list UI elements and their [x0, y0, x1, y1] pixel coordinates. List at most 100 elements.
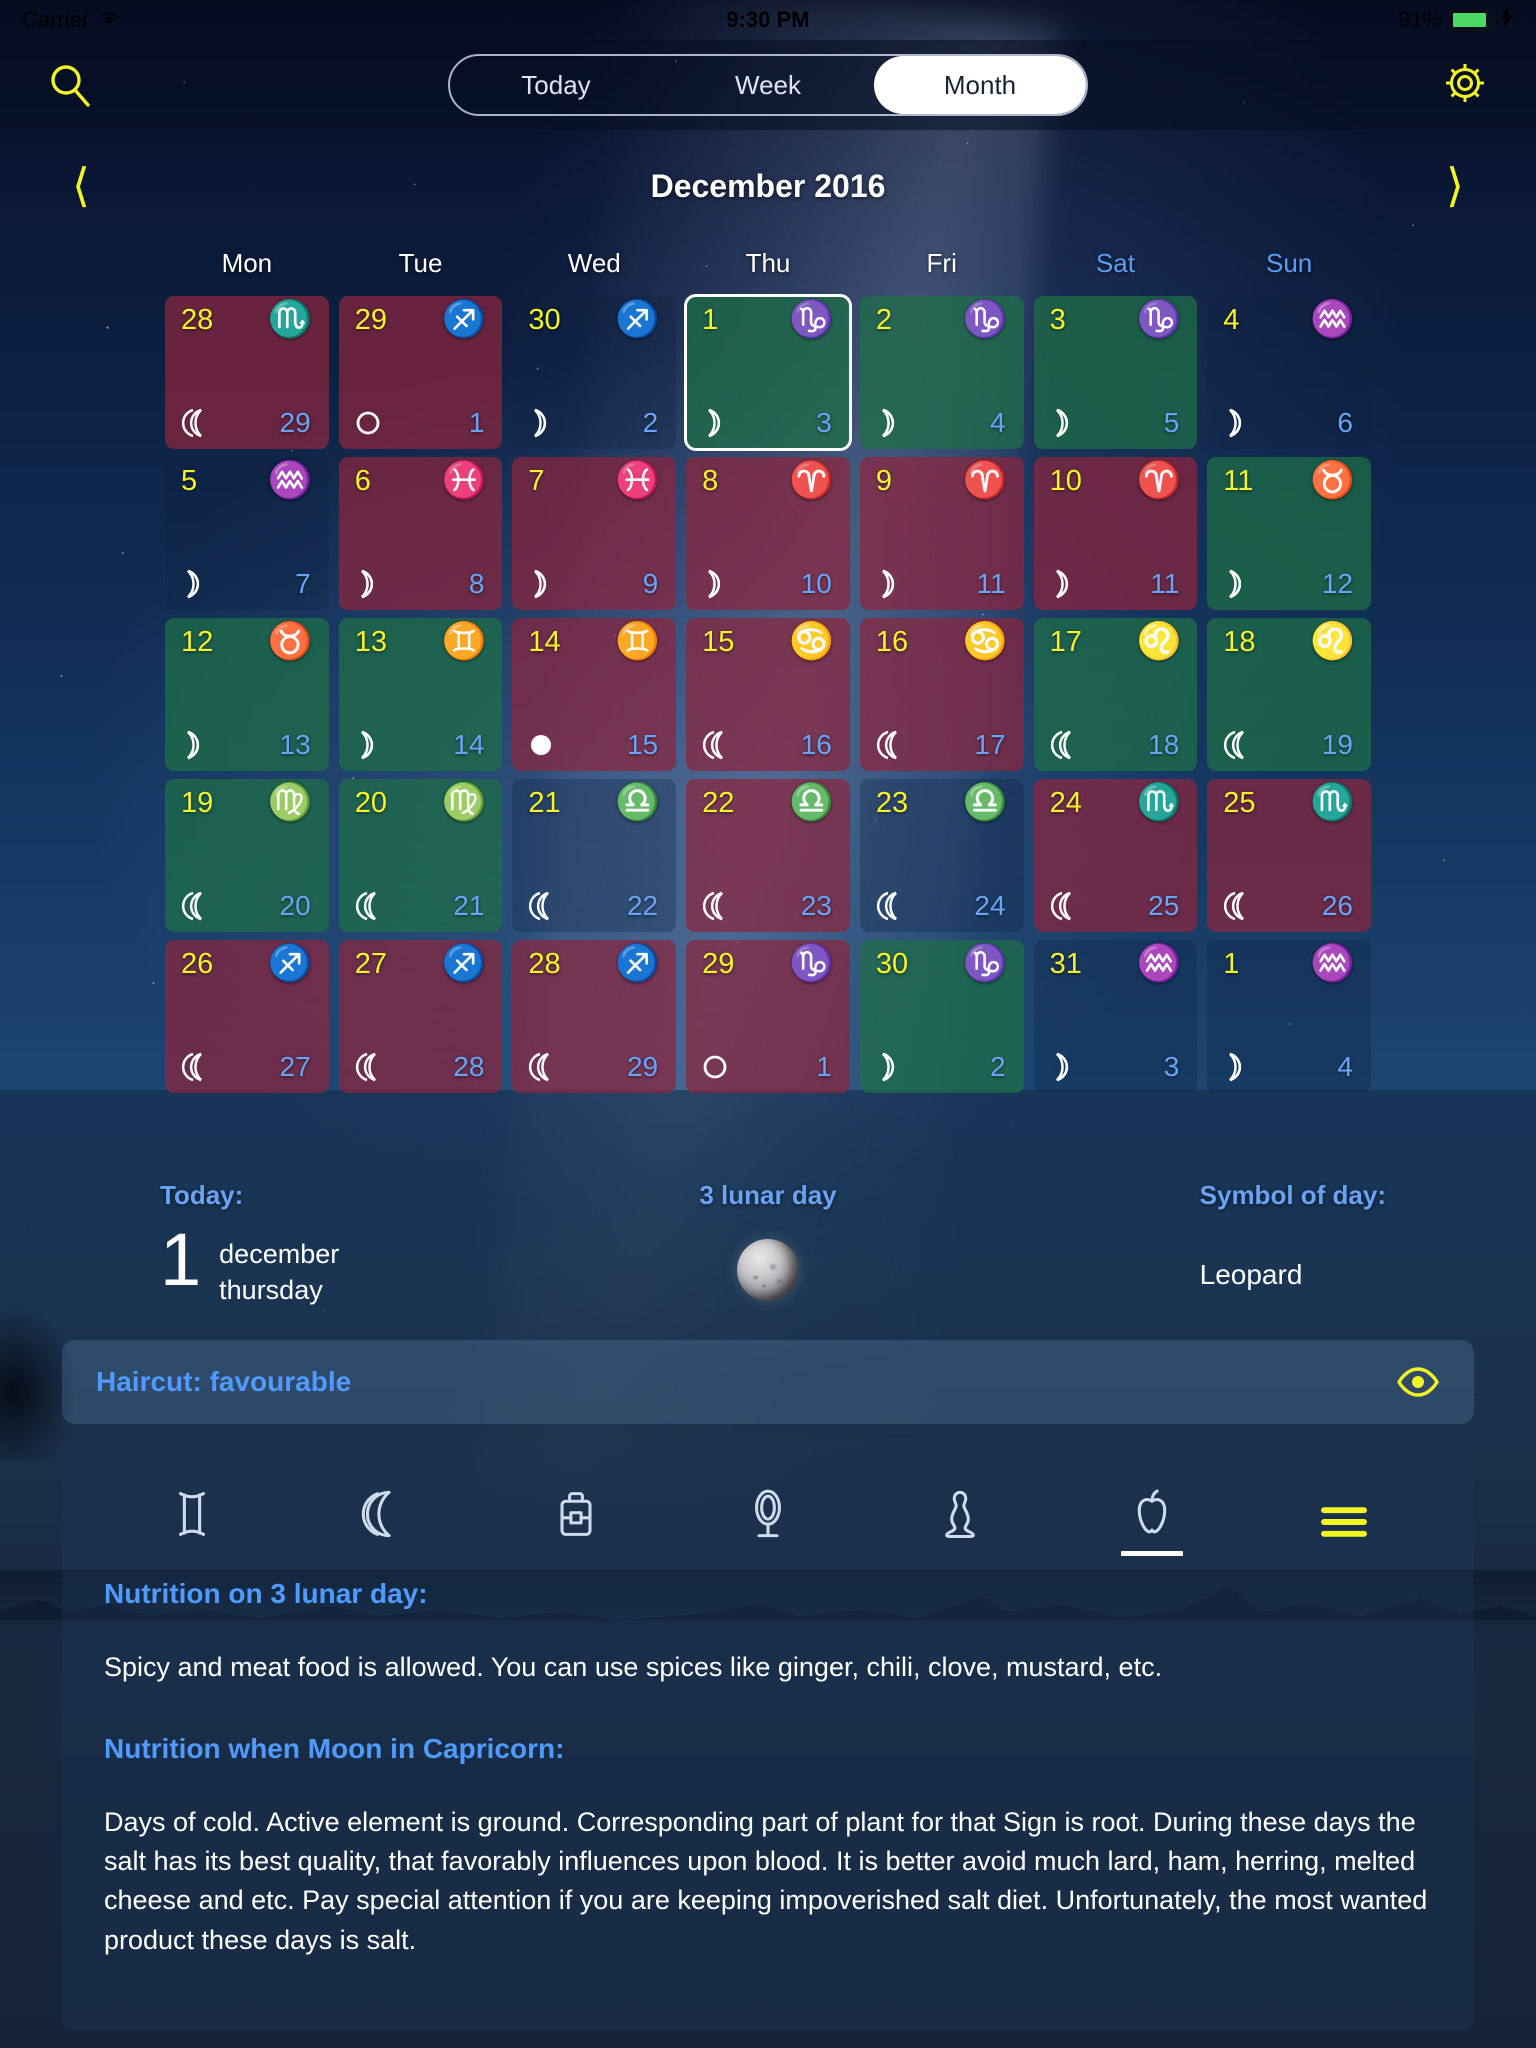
- calendar-day-cell[interactable]: 20 ♍ 21: [338, 779, 503, 932]
- calendar-day-cell[interactable]: 28 ♏ 29: [165, 296, 329, 449]
- calendar-day-cell[interactable]: 7 ♓ 9: [512, 457, 677, 610]
- calendar-day-cell[interactable]: 15 ♋ 16: [686, 618, 850, 771]
- detail-content: Nutrition on 3 lunar day: Spicy and meat…: [96, 1556, 1440, 1960]
- calendar-day-cell[interactable]: 6 ♓ 8: [338, 457, 503, 610]
- weekday-header-thu: Thu: [745, 248, 791, 278]
- lunar-day-number: 8: [468, 568, 485, 599]
- lunar-day-number: 1: [816, 1051, 832, 1082]
- tab-business[interactable]: [480, 1464, 672, 1556]
- day-number: 29: [702, 948, 735, 980]
- libra-icon: ♎: [789, 781, 834, 822]
- hamburger-icon: [1317, 1502, 1371, 1542]
- calendar-day-cell[interactable]: 9 ♈ 11: [859, 457, 1024, 610]
- calendar-day-cell[interactable]: 25 ♏ 26: [1207, 779, 1371, 932]
- tab-moon[interactable]: [288, 1464, 480, 1556]
- waxing-crescent-icon: [700, 403, 734, 441]
- calendar-day-cell[interactable]: 17 ♌ 18: [1033, 618, 1198, 771]
- tab-health[interactable]: [864, 1464, 1056, 1556]
- calendar-day-cell[interactable]: 21 ♎ 22: [512, 779, 677, 932]
- day-number: 16: [875, 626, 909, 658]
- calendar-day-cell[interactable]: 26 ♐ 27: [165, 940, 329, 1093]
- calendar-day-cell[interactable]: 18 ♌ 19: [1207, 618, 1371, 771]
- calendar-day-cell[interactable]: 11 ♉ 12: [1207, 457, 1371, 610]
- waning-crescent-icon: [1221, 886, 1255, 924]
- lunar-day-number: 27: [279, 1051, 311, 1082]
- haircut-banner[interactable]: Haircut: favourable: [62, 1340, 1474, 1424]
- tab-active-underline: [545, 1551, 607, 1556]
- sagittarius-icon: ♐: [441, 942, 487, 983]
- calendar-day-cell[interactable]: 14 ♊ 15: [512, 618, 677, 771]
- calendar-day-cell[interactable]: 27 ♐ 28: [338, 940, 503, 1093]
- calendar-day-cell[interactable]: 28 ♐ 29: [512, 940, 677, 1093]
- day-number: 4: [1223, 304, 1240, 336]
- gemini-icon: ♊: [615, 620, 661, 661]
- tab-zodiac[interactable]: [96, 1464, 288, 1556]
- calendar-day-cell[interactable]: 24 ♏ 25: [1033, 779, 1198, 932]
- symbol-of-day-value: Leopard: [1199, 1259, 1303, 1290]
- waning-crescent-icon: [700, 725, 734, 763]
- calendar-day-cell[interactable]: 29 ♑ 1: [686, 940, 850, 1093]
- day-number: 25: [1223, 787, 1256, 819]
- tab-month[interactable]: Month: [874, 56, 1086, 114]
- tab-today[interactable]: Today: [450, 56, 662, 114]
- taurus-icon: ♉: [267, 620, 313, 661]
- tab-active-underline: [737, 1551, 799, 1556]
- calendar-day-cell[interactable]: 8 ♈ 10: [686, 457, 850, 610]
- weekday-header-wed: Wed: [567, 248, 621, 278]
- day-number: 18: [1223, 626, 1256, 658]
- calendar-day-cell[interactable]: 5 ♒ 7: [165, 457, 329, 610]
- calendar-day-cell[interactable]: 13 ♊ 14: [338, 618, 503, 771]
- lunar-day-number: 10: [800, 568, 832, 599]
- content-paragraph-2: Days of cold. Active element is ground. …: [104, 1807, 1428, 1955]
- calendar-day-cell[interactable]: 12 ♉ 13: [165, 618, 329, 771]
- day-number: 10: [1049, 465, 1082, 497]
- calendar-day-cell[interactable]: 22 ♎ 23: [686, 779, 850, 932]
- cancer-icon: ♋: [789, 620, 834, 661]
- category-tab-bar[interactable]: [96, 1464, 1440, 1556]
- month-navigation: ⟨ December 2016 ⟩: [0, 162, 1536, 216]
- waxing-crescent-icon: [1048, 564, 1082, 602]
- tab-active-underline: [161, 1551, 223, 1556]
- calendar-day-cell[interactable]: 3 ♑ 5: [1033, 296, 1198, 449]
- search-icon[interactable]: [48, 63, 92, 107]
- eye-icon[interactable]: [1396, 1367, 1440, 1397]
- day-number: 15: [702, 626, 735, 658]
- calendar-day-cell[interactable]: 4 ♒ 6: [1207, 296, 1371, 449]
- chevron-left-icon[interactable]: ⟨: [72, 162, 90, 208]
- day-number: 19: [181, 787, 214, 819]
- tab-week[interactable]: Week: [662, 56, 874, 114]
- calendar-day-cell[interactable]: 16 ♋ 17: [859, 618, 1024, 771]
- waning-crescent-icon: [526, 1047, 560, 1085]
- lunar-day-number: 29: [626, 1051, 659, 1082]
- lunar-day-number: 2: [989, 1051, 1006, 1082]
- chevron-right-icon[interactable]: ⟩: [1446, 162, 1464, 208]
- view-mode-segmented-control[interactable]: Today Week Month: [448, 54, 1088, 116]
- briefcase-icon: [550, 1486, 602, 1542]
- calendar-day-cell[interactable]: 30 ♐ 2: [512, 296, 677, 449]
- waxing-crescent-icon: [874, 564, 908, 602]
- calendar-day-cell[interactable]: 23 ♎ 24: [859, 779, 1024, 932]
- gemini-icon: [166, 1486, 218, 1542]
- calendar-day-cell[interactable]: 19 ♍ 20: [165, 779, 329, 932]
- content-paragraph-1: Spicy and meat food is allowed. You can …: [104, 1652, 1163, 1682]
- calendar-day-cell[interactable]: 31 ♒ 3: [1033, 940, 1198, 1093]
- waning-crescent-icon: [1048, 886, 1082, 924]
- scorpio-icon: ♏: [1310, 781, 1355, 822]
- tab-nutrition[interactable]: [1056, 1464, 1248, 1556]
- calendar-day-cell[interactable]: 1 ♑ 3: [684, 294, 852, 451]
- gear-icon[interactable]: [1442, 60, 1488, 111]
- lunar-day-number: 29: [279, 407, 311, 438]
- lunar-day-number: 16: [800, 729, 832, 760]
- calendar-day-cell[interactable]: 10 ♈ 11: [1033, 457, 1198, 610]
- aquarius-icon: ♒: [267, 459, 313, 500]
- calendar-day-cell[interactable]: 29 ♐ 1: [338, 296, 503, 449]
- calendar-day-cell[interactable]: 2 ♑ 4: [859, 296, 1024, 449]
- status-right: 91%: [1398, 6, 1514, 34]
- calendar-day-cell[interactable]: 30 ♑ 2: [859, 940, 1024, 1093]
- tab-beauty[interactable]: [672, 1464, 864, 1556]
- sagittarius-icon: ♐: [615, 298, 661, 339]
- tab-menu[interactable]: [1248, 1464, 1440, 1556]
- waning-crescent-icon: [1221, 725, 1255, 763]
- calendar-day-cell[interactable]: 1 ♒ 4: [1207, 940, 1371, 1093]
- calendar-grid[interactable]: 28 ♏ 29 29 ♐ 1 30 ♐ 2 1 ♑ 3 2 ♑ 4 3 ♑ 5 4 ♒ 6 5 ♒ 7 6 ♓ 8 7 ♓ 9 8 ♈ 10 9 ♈…: [160, 292, 1376, 1097]
